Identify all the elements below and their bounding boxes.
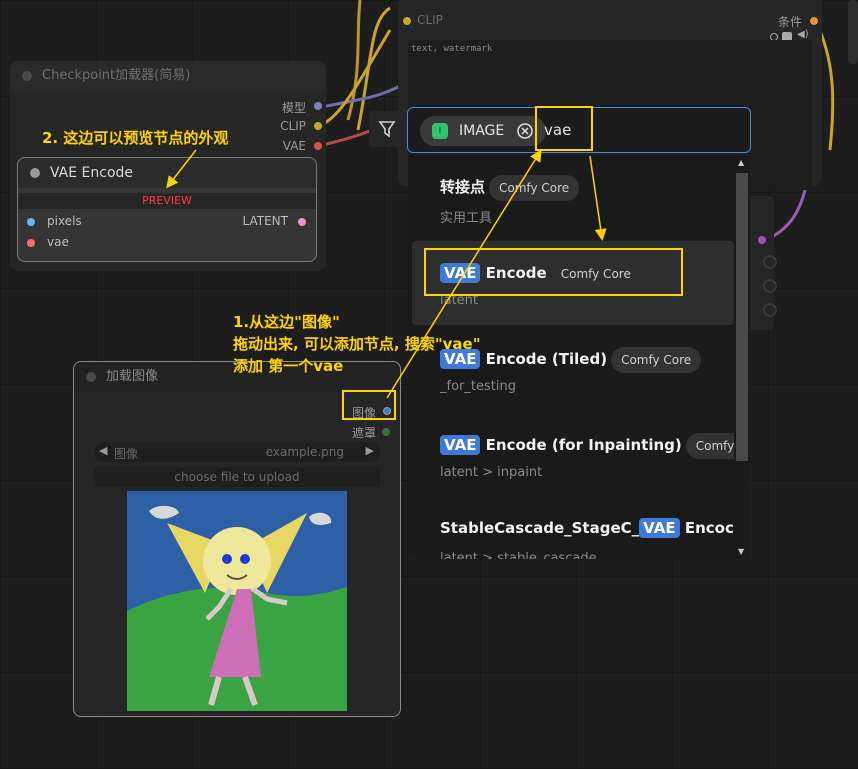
speaker-icon[interactable]: ◀): [797, 29, 809, 40]
upload-button-label: choose file to upload: [174, 470, 300, 484]
clip-output-dot[interactable]: [314, 122, 322, 130]
vae-encode-preview-title: VAE Encode: [18, 158, 316, 188]
collapse-dot: [30, 168, 40, 178]
mask-output-label: 遮罩: [351, 426, 376, 440]
vae-input-dot: [27, 239, 35, 247]
result-title-text: StableCascade_StageC_: [440, 519, 640, 537]
scroll-thumb[interactable]: [736, 173, 748, 461]
annotation-drag-note-1: 1.从这边"图像": [233, 313, 340, 331]
result-badge: Comfy Core: [489, 175, 580, 201]
vae-encode-preview-node: VAE Encode PREVIEW pixels vae LATENT: [17, 157, 317, 262]
result-category: latent > inpaint: [440, 465, 543, 480]
latent-output-label: LATENT: [242, 214, 288, 228]
annotation-box-search: [535, 106, 593, 151]
collapse-dot[interactable]: [86, 372, 96, 382]
arrow-right-icon[interactable]: ▶: [366, 444, 374, 457]
image-widget-label: 图像: [114, 447, 139, 461]
result-title-text: 转接点: [440, 178, 486, 196]
result-title: StableCascade_StageC_ VAE Encoc: [440, 518, 734, 538]
result-item[interactable]: 转接点 Comfy Core 实用工具: [412, 155, 734, 239]
model-output-dot[interactable]: [314, 102, 322, 110]
conditioning-output-dot[interactable]: [810, 17, 818, 25]
clip-input-label: CLIP: [417, 13, 443, 27]
result-title-text: Encode (for Inpainting): [480, 436, 682, 454]
scroll-down-icon[interactable]: ▼: [738, 547, 744, 556]
result-item[interactable]: VAE Encode (for Inpainting) Comfy C laten…: [412, 413, 750, 497]
results-scrollbar[interactable]: ▲ ▼: [734, 155, 750, 559]
vae-output-label: VAE: [282, 139, 306, 153]
vae-encode-preview-title-text: VAE Encode: [50, 165, 134, 181]
image-widget-value: example.png: [265, 445, 344, 459]
result-title-text-end: Encoc: [679, 519, 734, 537]
filter-button[interactable]: [369, 111, 405, 147]
result-category: latent > stable_cascade: [440, 551, 597, 559]
result-highlight: VAE: [639, 518, 680, 538]
collapse-dot[interactable]: [22, 71, 32, 81]
image-combo-widget[interactable]: ◀ 图像 example.png ▶: [94, 443, 380, 462]
model-output-label: 模型: [281, 101, 306, 115]
result-category: 实用工具: [440, 211, 493, 226]
result-badge: Comfy Core: [611, 347, 702, 373]
type-filter-label: IMAGE: [459, 123, 505, 139]
result-title: VAE Encode (for Inpainting) Comfy C: [440, 433, 750, 459]
annotation-box-result: [424, 248, 683, 296]
image-preview: [127, 491, 347, 711]
clip-output-label: CLIP: [280, 119, 306, 133]
annotation-drag-note-2: 拖动出来, 可以添加节点, 搜索"vae": [233, 335, 481, 353]
image-type-badge: I: [432, 123, 448, 139]
upload-button[interactable]: choose file to upload: [94, 467, 380, 487]
checkpoint-loader-title-text: Checkpoint加载器(简易): [42, 68, 191, 83]
result-category: _for_testing: [440, 379, 516, 394]
mask-output-dot[interactable]: [382, 428, 390, 436]
pixels-input-label: pixels: [47, 214, 82, 228]
vae-output-dot[interactable]: [314, 142, 322, 150]
result-title: 转接点 Comfy Core: [440, 175, 580, 201]
result-title-text: Encode (Tiled): [480, 350, 608, 368]
remove-filter-icon[interactable]: [516, 122, 534, 140]
vae-input-label: vae: [47, 235, 69, 249]
scroll-up-icon[interactable]: ▲: [738, 158, 744, 167]
result-highlight: VAE: [440, 435, 481, 455]
search-results-list: 转接点 Comfy Core 实用工具 VAE Encode Comfy Core …: [408, 155, 750, 559]
clip-input-dot[interactable]: [403, 17, 411, 25]
load-image-title-text: 加载图像: [106, 369, 159, 384]
filter-icon: [378, 121, 396, 138]
annotation-drag-note-3: 添加 第一个vae: [233, 357, 344, 375]
annotation-box-image-output: [342, 390, 396, 420]
type-filter-chip[interactable]: I IMAGE: [420, 116, 546, 146]
preview-label: PREVIEW: [18, 193, 316, 209]
checkpoint-loader-title: Checkpoint加载器(简易): [10, 61, 326, 91]
arrow-left-icon[interactable]: ◀: [99, 444, 107, 457]
annotation-preview-note: 2. 这边可以预览节点的外观: [42, 129, 229, 147]
pixels-input-dot: [27, 218, 35, 226]
result-item[interactable]: StableCascade_StageC_ VAE Encoc latent > …: [412, 499, 734, 559]
latent-output-dot: [298, 218, 306, 226]
conditioning-output-label: 条件: [778, 15, 803, 29]
